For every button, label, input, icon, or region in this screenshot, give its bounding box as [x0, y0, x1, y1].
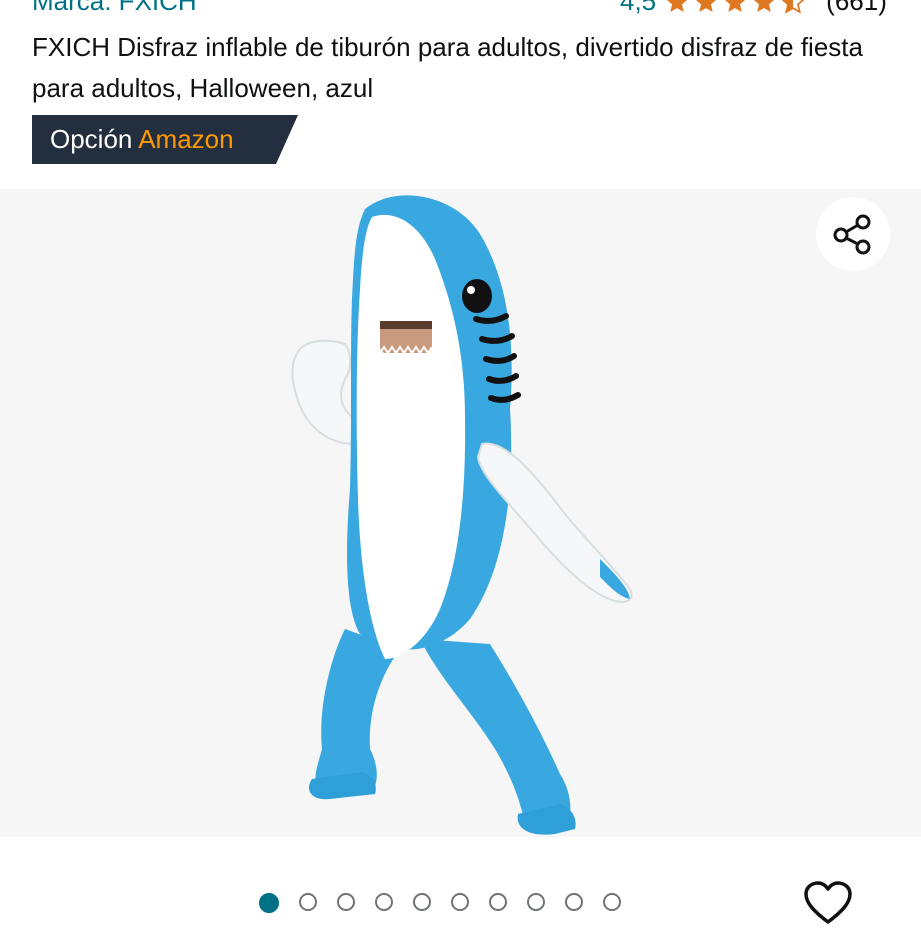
- star-icon: [696, 0, 717, 12]
- badge-label: Opción Amazon: [50, 124, 234, 155]
- pagination-dot-2[interactable]: [299, 893, 317, 911]
- pagination-dot-10[interactable]: [603, 893, 621, 911]
- product-title: FXICH Disfraz inflable de tiburón para a…: [32, 32, 863, 103]
- star-icon: [725, 0, 746, 12]
- pagination-dot-1[interactable]: [259, 893, 279, 913]
- image-gallery[interactable]: [0, 189, 921, 837]
- product-header: Marca: FXICH 4,5 (661): [0, 0, 921, 20]
- review-count[interactable]: (661): [826, 0, 887, 17]
- pagination-dot-4[interactable]: [375, 893, 393, 911]
- pagination-dot-5[interactable]: [413, 893, 431, 911]
- pagination-dot-8[interactable]: [527, 893, 545, 911]
- brand-link[interactable]: Marca: FXICH: [32, 0, 197, 17]
- rating-value: 4,5: [620, 0, 657, 16]
- half-star-icon: [781, 0, 805, 14]
- pagination-dot-9[interactable]: [565, 893, 583, 911]
- badge-accent: Amazon: [138, 124, 234, 154]
- pagination-dot-6[interactable]: [451, 893, 469, 911]
- image-pagination[interactable]: [259, 893, 621, 915]
- pagination-dot-7[interactable]: [489, 893, 507, 911]
- amazon-choice-badge: Opción Amazon: [32, 115, 298, 164]
- rating-summary[interactable]: 4,5 (661): [620, 0, 887, 20]
- product-image[interactable]: [0, 189, 921, 837]
- share-icon: [833, 214, 871, 255]
- star-rating: [664, 0, 806, 15]
- star-icon: [754, 0, 775, 12]
- wishlist-button[interactable]: [802, 880, 854, 926]
- heart-icon: [804, 881, 852, 924]
- pagination-dot-3[interactable]: [337, 893, 355, 911]
- star-icon: [667, 0, 688, 12]
- share-button[interactable]: [816, 197, 890, 271]
- badge-prefix: Opción: [50, 124, 133, 154]
